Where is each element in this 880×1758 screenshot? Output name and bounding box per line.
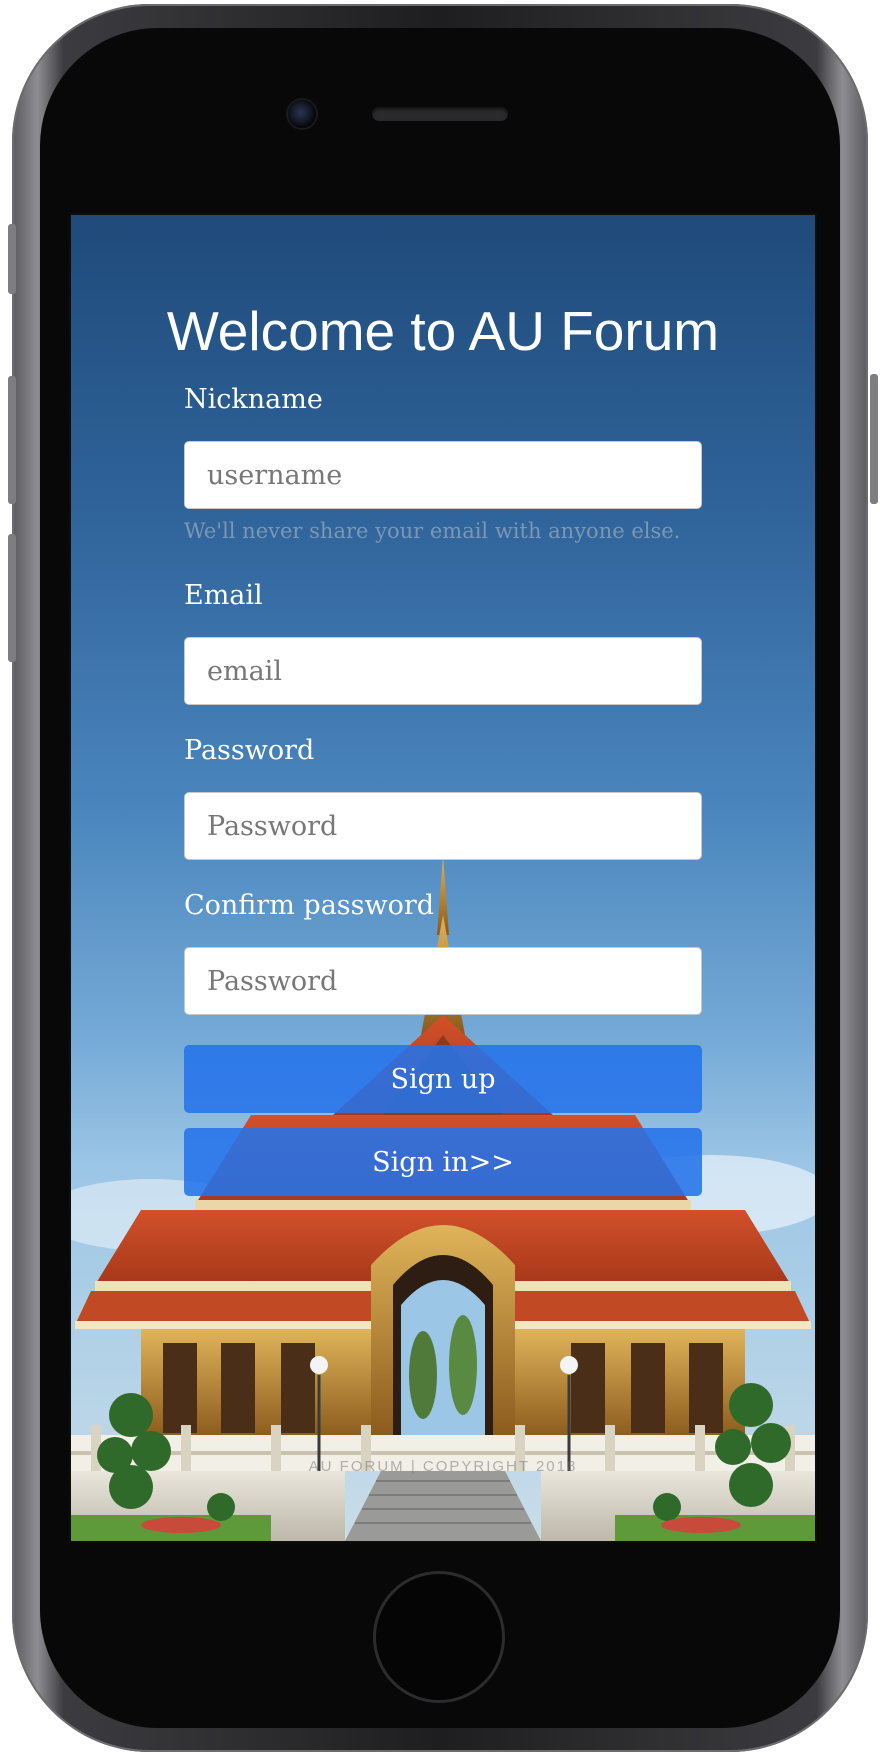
password-input[interactable] (184, 792, 702, 860)
earpiece-speaker (372, 107, 508, 121)
nickname-help-text: We'll never share your email with anyone… (184, 519, 681, 543)
front-camera (288, 100, 316, 128)
footer-copyright: AU FORUM | COPYRIGHT 2018 (308, 1458, 578, 1475)
mute-switch (8, 224, 16, 294)
volume-up-button (8, 376, 16, 504)
email-label: Email (184, 580, 263, 611)
signup-form: Welcome to AU Forum Nickname We'll never… (71, 215, 815, 1541)
email-input[interactable] (184, 637, 702, 705)
page-title: Welcome to AU Forum (166, 300, 720, 362)
sign-in-button[interactable]: Sign in>> (184, 1128, 702, 1196)
confirm-password-label: Confirm password (184, 890, 435, 921)
nickname-input[interactable] (184, 441, 702, 509)
volume-down-button (8, 534, 16, 662)
nickname-label: Nickname (184, 384, 323, 415)
home-button[interactable] (373, 1571, 505, 1703)
phone-screen: Welcome to AU Forum Nickname We'll never… (69, 213, 817, 1543)
power-button (870, 374, 878, 504)
sign-up-button[interactable]: Sign up (184, 1045, 702, 1113)
confirm-password-input[interactable] (184, 947, 702, 1015)
password-label: Password (184, 735, 315, 766)
